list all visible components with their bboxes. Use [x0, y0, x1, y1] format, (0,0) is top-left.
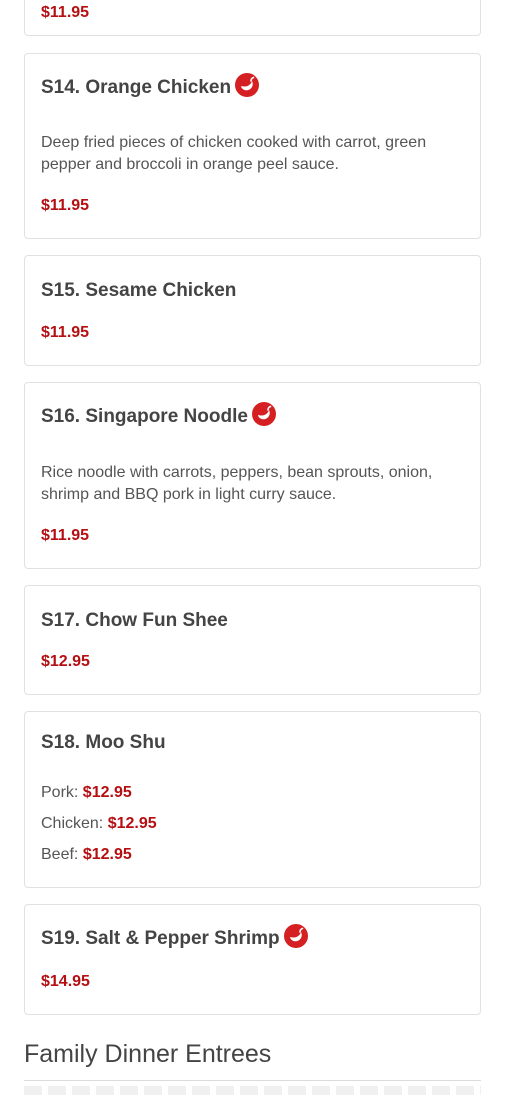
option-price: $12.95 [82, 784, 132, 801]
price-option-pork[interactable]: Pork: $12.95 [41, 784, 132, 802]
item-name: S14. Orange Chicken [41, 77, 232, 98]
item-name: S15. Sesame Chicken [41, 280, 237, 301]
item-description: Rice noodle with carrots, peppers, bean … [41, 464, 433, 503]
item-price: $12.95 [41, 653, 90, 670]
menu-item-card-s14[interactable]: S14. Orange Chicken Deep fried pieces of… [24, 53, 481, 239]
menu-item-card-s16[interactable]: S16. Singapore Noodle Rice noodle with c… [24, 382, 481, 569]
chili-pepper-icon [235, 73, 260, 97]
menu-item-card-partial[interactable]: $11.95 [24, 0, 481, 36]
price-option-beef[interactable]: Beef: $12.95 [41, 846, 132, 864]
menu-item-card-s19[interactable]: S19. Salt & Pepper Shrimp $14.95 [24, 904, 481, 1015]
item-price: $11.95 [41, 4, 90, 21]
option-label: Pork: [41, 784, 79, 801]
item-name: S18. Moo Shu [41, 732, 166, 753]
menu-item-card-s15[interactable]: S15. Sesame Chicken $11.95 [24, 255, 481, 366]
option-price: $12.95 [82, 846, 132, 863]
item-name: S19. Salt & Pepper Shrimp [41, 928, 280, 949]
item-name: S17. Chow Fun Shee [41, 610, 228, 631]
option-label: Chicken: [41, 815, 104, 832]
section-title: Family Dinner Entrees [24, 1040, 272, 1068]
section-description-partial [24, 1086, 481, 1095]
item-price: $14.95 [41, 973, 90, 990]
item-price: $11.95 [41, 527, 90, 544]
item-name: S16. Singapore Noodle [41, 406, 248, 427]
menu-item-card-s17[interactable]: S17. Chow Fun Shee $12.95 [24, 585, 481, 695]
item-price: $11.95 [41, 197, 90, 214]
menu-item-card-s18[interactable]: S18. Moo Shu Pork: $12.95 Chicken: $12.9… [24, 711, 481, 888]
item-description: Deep fried pieces of chicken cooked with… [41, 134, 427, 173]
option-label: Beef: [41, 846, 79, 863]
option-price: $12.95 [107, 815, 157, 832]
chili-pepper-icon [283, 924, 308, 948]
price-option-chicken[interactable]: Chicken: $12.95 [41, 815, 157, 833]
chili-pepper-icon [251, 402, 276, 426]
item-price: $11.95 [41, 324, 90, 341]
section-divider [24, 1080, 481, 1081]
